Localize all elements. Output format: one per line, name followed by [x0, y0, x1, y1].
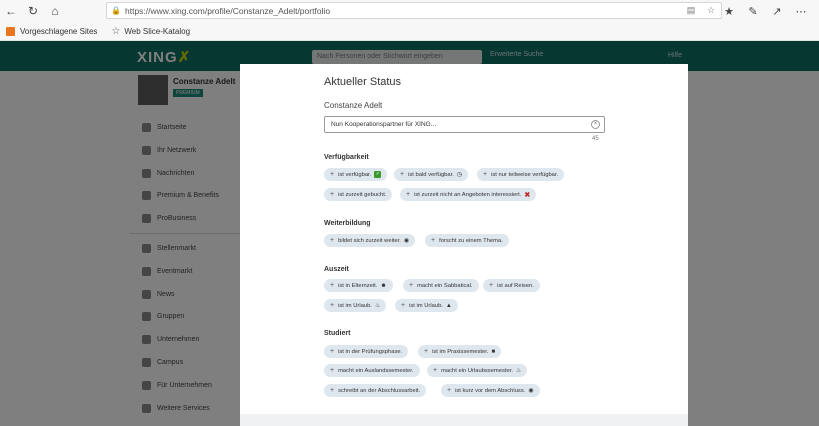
chip-label: ist kurz vor dem Abschluss.: [455, 387, 526, 394]
plus-icon: +: [330, 348, 335, 355]
palm-island-icon: ♨: [374, 303, 381, 309]
status-input[interactable]: Nun Kooperationspartner für XING...: [324, 116, 605, 133]
plus-icon: +: [424, 348, 429, 355]
graduation-cap-icon: ◉: [528, 388, 534, 394]
chip-label: bildet sich zurzeit weiter.: [338, 237, 401, 244]
dialog-user-name: Constanze Adelt: [324, 101, 383, 110]
character-count: 45: [592, 136, 599, 142]
suggested-sites-icon: [6, 26, 15, 36]
chip-label: ist im Urlaub.: [409, 302, 443, 309]
plus-icon: +: [330, 171, 335, 178]
chip-label: macht ein Auslandssemester.: [338, 367, 414, 374]
plus-icon: +: [431, 237, 436, 244]
status-dialog: Aktueller Status Constanze Adelt Nun Koo…: [240, 64, 688, 426]
status-chip[interactable]: + ist in Elternzeit. ☻: [324, 279, 393, 292]
chip-label: schreibt an der Abschlussarbeit.: [338, 387, 421, 394]
plus-icon: +: [406, 191, 411, 198]
chip-label: ist zurzeit gebucht.: [338, 191, 387, 198]
status-chip[interactable]: + schreibt an der Abschlussarbeit.: [324, 384, 427, 397]
favorite-label: Vorgeschlagene Sites: [20, 26, 98, 36]
plus-icon: +: [401, 302, 406, 309]
status-chip[interactable]: + ist in der Prüfungsphase.: [324, 345, 409, 358]
chip-label: ist bald verfügbar.: [408, 171, 454, 178]
chip-label: macht ein Urlaubssemester.: [441, 367, 513, 374]
favorites-hub-icon[interactable]: ★: [717, 0, 741, 22]
plus-icon: +: [330, 237, 335, 244]
clock-icon: ◷: [456, 172, 463, 178]
dialog-title: Aktueller Status: [324, 76, 402, 88]
status-chip[interactable]: + ist zurzeit gebucht.: [324, 188, 393, 201]
status-chip[interactable]: + ist kurz vor dem Abschluss. ◉: [441, 384, 540, 397]
chip-label: ist im Praxissemester.: [432, 348, 489, 355]
plus-icon: +: [447, 387, 452, 394]
share-icon[interactable]: ↗: [765, 0, 789, 22]
chip-label: ist verfügbar.: [338, 171, 372, 178]
status-chip[interactable]: + bildet sich zurzeit weiter. ◉: [324, 234, 416, 247]
favorites-bar: Vorgeschlagene Sites ☆ Web Slice-Katalog: [0, 22, 819, 41]
status-chip[interactable]: + ist bald verfügbar. ◷: [394, 168, 469, 181]
section-title-studiert: Studiert: [324, 330, 351, 337]
chip-label: ist zurzeit nicht an Angeboten interessi…: [414, 191, 522, 198]
chip-label: ist auf Reisen.: [497, 282, 534, 289]
star-icon: ☆: [111, 25, 121, 37]
status-chip[interactable]: + ist im Praxissemester. ■: [418, 345, 502, 358]
chip-label: ist nur teilweise verfügbar.: [491, 171, 559, 178]
plus-icon: +: [400, 171, 405, 178]
address-text[interactable]: https://www.xing.com/profile/Constanze_A…: [125, 6, 681, 16]
chip-label: ist in der Prüfungsphase.: [338, 348, 403, 355]
more-icon[interactable]: ⋯: [789, 0, 813, 22]
section-title-weiterbildung: Weiterbildung: [324, 220, 371, 227]
favorite-suggested-sites[interactable]: Vorgeschlagene Sites: [6, 26, 98, 36]
favorite-label: Web Slice-Katalog: [124, 26, 191, 36]
plus-icon: +: [409, 282, 414, 289]
browser-toolbar: ← → ↻ ⌂ 🔒 https://www.xing.com/profile/C…: [0, 0, 819, 426]
status-chip[interactable]: + macht ein Urlaubssemester. ♨: [427, 364, 528, 377]
chip-label: ist im Urlaub.: [338, 302, 372, 309]
plus-icon: +: [330, 367, 335, 374]
clear-icon[interactable]: ×: [591, 120, 600, 129]
plus-icon: +: [330, 302, 335, 309]
graduation-cap-icon: ◉: [403, 238, 410, 244]
back-icon[interactable]: ←: [0, 0, 22, 22]
plus-icon: +: [330, 387, 335, 394]
browser-tools: ★ ✎ ↗ ⋯: [717, 0, 813, 22]
cross-icon: ✖: [524, 191, 531, 199]
refresh-icon[interactable]: ↻: [22, 0, 44, 22]
plus-icon: +: [330, 191, 335, 198]
plus-icon: +: [483, 171, 488, 178]
chip-label: ist in Elternzeit.: [338, 282, 378, 289]
status-chip[interactable]: + ist verfügbar. ✓: [324, 168, 388, 181]
palm-island-icon: ♨: [515, 368, 522, 374]
baby-icon: ☻: [380, 282, 387, 289]
status-chip[interactable]: + macht ein Auslandssemester.: [324, 364, 420, 377]
plus-icon: +: [330, 282, 335, 289]
dialog-footer: [240, 414, 688, 426]
home-icon[interactable]: ⌂: [44, 0, 66, 22]
status-chip[interactable]: + ist im Urlaub. ▲: [395, 299, 458, 312]
status-chip[interactable]: + ist zurzeit nicht an Angeboten interess…: [400, 188, 537, 201]
status-chip[interactable]: + macht ein Sabbatical.: [403, 279, 479, 292]
status-chip[interactable]: + forscht zu einem Thema.: [425, 234, 509, 247]
status-chip[interactable]: + ist nur teilweise verfügbar.: [477, 168, 565, 181]
chip-label: forscht zu einem Thema.: [439, 237, 503, 244]
chip-label: macht ein Sabbatical.: [417, 282, 473, 289]
plus-icon: +: [489, 282, 494, 289]
favorite-web-slice[interactable]: ☆ Web Slice-Katalog: [111, 26, 190, 37]
pen-icon[interactable]: ✎: [741, 0, 765, 22]
section-title-verfuegbarkeit: Verfügbarkeit: [324, 154, 369, 161]
lock-icon: 🔒: [111, 6, 121, 15]
section-title-auszeit: Auszeit: [324, 266, 349, 273]
checkmark-icon: ✓: [374, 171, 382, 178]
plus-icon: +: [433, 367, 438, 374]
address-bar[interactable]: 🔒 https://www.xing.com/profile/Constanze…: [106, 2, 722, 19]
status-chip[interactable]: + ist im Urlaub. ♨: [324, 299, 387, 312]
tent-icon: ▲: [445, 302, 452, 309]
briefcase-icon: ■: [491, 348, 496, 355]
reading-view-icon[interactable]: ▤: [681, 5, 701, 16]
status-chip[interactable]: + ist auf Reisen.: [483, 279, 540, 292]
